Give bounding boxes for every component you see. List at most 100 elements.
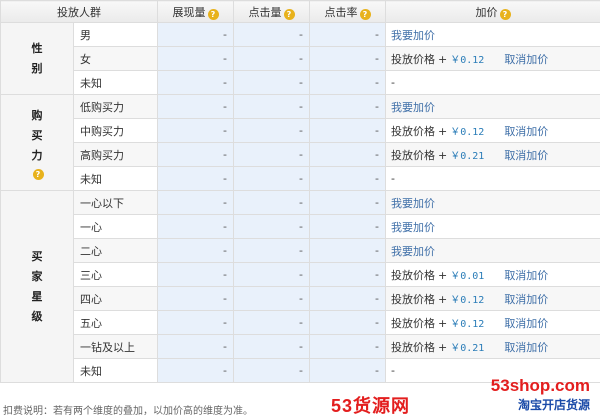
group-label-cell: 购买力? (0, 94, 74, 191)
row-label: 一心 (73, 214, 158, 239)
help-icon[interactable]: ? (207, 8, 219, 20)
ctr-value: - (309, 190, 386, 215)
impressions-value: - (157, 190, 234, 215)
impressions-value: - (157, 70, 234, 95)
plus-sign: + (438, 52, 448, 66)
cancel-bid-link[interactable]: 取消加价 (504, 293, 548, 306)
bid-price-value: ￥0.12 (450, 294, 485, 306)
add-bid-link[interactable]: 我要加价 (391, 101, 435, 114)
row-label: 五心 (73, 310, 158, 335)
impressions-value: - (157, 286, 234, 311)
cancel-bid-link[interactable]: 取消加价 (504, 125, 548, 138)
bid-price-label: 投放价格 (391, 52, 435, 66)
audience-bid-panel: 投放人群 展现量? 点击量? 点击率? 加价? 性别男 - - - 我要加价女 - - - 投放… (0, 0, 600, 419)
ctr-value: - (309, 118, 386, 143)
impressions-value: - (157, 310, 234, 335)
help-icon[interactable]: ? (359, 8, 371, 20)
plus-sign: + (438, 268, 448, 282)
help-icon[interactable]: ? (499, 8, 511, 20)
help-icon[interactable]: ? (32, 168, 44, 180)
plus-sign: + (438, 340, 448, 354)
help-icon[interactable]: ? (283, 8, 295, 20)
bid-cell: 投放价格 + ￥0.12 取消加价 (385, 118, 600, 143)
watermark-tagline: 淘宝开店货源 (517, 398, 590, 412)
bid-price-label: 投放价格 (391, 124, 435, 138)
clicks-value: - (233, 190, 310, 215)
cancel-bid-link[interactable]: 取消加价 (504, 341, 548, 354)
clicks-value: - (233, 310, 310, 335)
header-impressions: 展现量? (157, 0, 234, 23)
bid-price-value: ￥0.01 (450, 270, 485, 282)
bid-price-label: 投放价格 (391, 340, 435, 354)
table-row: 高购买力 - - - 投放价格 + ￥0.21 取消加价 (1, 142, 600, 167)
table-row: 中购买力 - - - 投放价格 + ￥0.12 取消加价 (1, 118, 600, 143)
header-clicks: 点击量? (233, 0, 310, 23)
cancel-bid-link[interactable]: 取消加价 (504, 317, 548, 330)
plus-sign: + (438, 124, 448, 138)
add-bid-link[interactable]: 我要加价 (391, 29, 435, 42)
clicks-value: - (233, 262, 310, 287)
cancel-bid-link[interactable]: 取消加价 (504, 53, 548, 66)
row-label: 低购买力 (73, 94, 158, 119)
no-bid-placeholder: - (391, 172, 395, 185)
row-label: 未知 (73, 70, 158, 95)
add-bid-link[interactable]: 我要加价 (391, 221, 435, 234)
table-body: 性别男 - - - 我要加价女 - - - 投放价格 + ￥0.12 取消加价 未知 - - - - 购买力? 低购… (0, 22, 600, 383)
ctr-value: - (309, 310, 386, 335)
bid-price-label: 投放价格 (391, 268, 435, 282)
table-row: 三心 - - - 投放价格 + ￥0.01 取消加价 (1, 262, 600, 287)
ctr-value: - (309, 46, 386, 71)
header-bid: 加价? (385, 0, 600, 23)
row-label: 女 (73, 46, 158, 71)
plus-sign: + (438, 148, 448, 162)
row-label: 高购买力 (73, 142, 158, 167)
impressions-value: - (157, 142, 234, 167)
bid-price-value: ￥0.21 (450, 342, 485, 354)
group-label: 购买力 (31, 108, 43, 162)
table-row: 买家星级 一心以下 - - - 我要加价 (0, 190, 600, 383)
clicks-value: - (233, 118, 310, 143)
group-label: 买家星级 (31, 249, 43, 323)
clicks-value: - (233, 166, 310, 191)
bid-price-label: 投放价格 (391, 316, 435, 330)
bid-cell: 我要加价 (385, 22, 600, 47)
no-bid-placeholder: - (391, 76, 395, 89)
table-row: 性别男 - - - 我要加价 (0, 22, 600, 95)
row-label: 未知 (73, 358, 158, 383)
ctr-value: - (309, 238, 386, 263)
ctr-value: - (309, 166, 386, 191)
row-label: 未知 (73, 166, 158, 191)
impressions-value: - (157, 262, 234, 287)
plus-sign: + (438, 316, 448, 330)
bid-cell: 投放价格 + ￥0.12 取消加价 (385, 286, 600, 311)
watermark-brand: 53货源网 (330, 396, 410, 416)
ctr-value: - (309, 94, 386, 119)
bid-cell: 投放价格 + ￥0.12 取消加价 (385, 46, 600, 71)
impressions-value: - (157, 166, 234, 191)
bid-cell: 投放价格 + ￥0.21 取消加价 (385, 334, 600, 359)
clicks-value: - (233, 94, 310, 119)
cancel-bid-link[interactable]: 取消加价 (504, 149, 548, 162)
group-label-cell: 买家星级 (0, 190, 74, 383)
bid-cell: - (385, 70, 600, 95)
add-bid-link[interactable]: 我要加价 (391, 197, 435, 210)
table-row: 二心 - - - 我要加价 (1, 238, 600, 263)
bid-cell: 投放价格 + ￥0.01 取消加价 (385, 262, 600, 287)
table-row: 女 - - - 投放价格 + ￥0.12 取消加价 (1, 46, 600, 71)
add-bid-link[interactable]: 我要加价 (391, 245, 435, 258)
row-label: 一心以下 (73, 190, 158, 215)
bid-cell: - (385, 166, 600, 191)
clicks-value: - (233, 70, 310, 95)
bid-cell: 投放价格 + ￥0.12 取消加价 (385, 310, 600, 335)
bid-cell: 我要加价 (385, 214, 600, 239)
audience-bid-table: 投放人群 展现量? 点击量? 点击率? 加价? 性别男 - - - 我要加价女 - - - 投放… (0, 0, 600, 383)
cancel-bid-link[interactable]: 取消加价 (504, 269, 548, 282)
ctr-value: - (309, 214, 386, 239)
bid-price-value: ￥0.12 (450, 126, 485, 138)
clicks-value: - (233, 46, 310, 71)
clicks-value: - (233, 358, 310, 383)
table-row: 一心 - - - 我要加价 (1, 214, 600, 239)
row-label: 男 (73, 22, 158, 47)
bid-price-value: ￥0.12 (450, 318, 485, 330)
bid-cell: 我要加价 (385, 94, 600, 119)
